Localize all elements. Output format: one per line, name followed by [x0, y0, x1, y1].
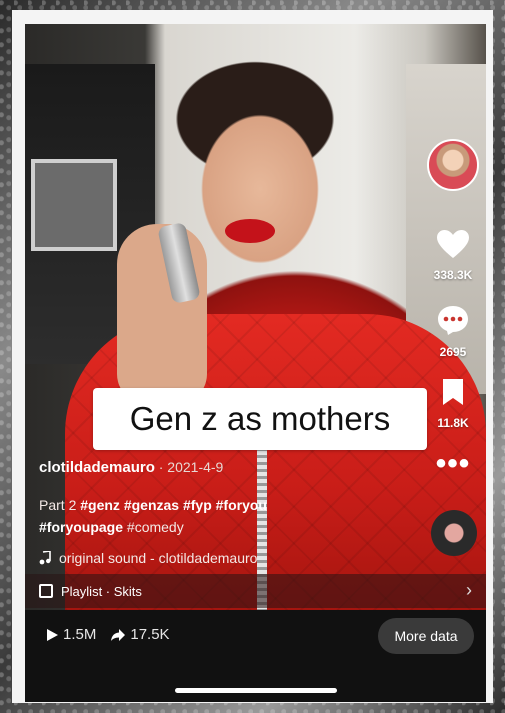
comment-count: 2695: [439, 345, 467, 359]
more-options-button[interactable]: •••: [423, 447, 483, 480]
bottom-stats-bar: 1.5M 17.5K More data: [25, 610, 486, 702]
chevron-right-icon: ›: [466, 580, 472, 600]
description-prefix: Part 2: [39, 497, 81, 513]
like-count: 338.3K: [433, 268, 473, 282]
more-data-button[interactable]: More data: [378, 618, 474, 654]
comment-icon: [438, 306, 468, 335]
save-count: 11.8K: [437, 416, 469, 430]
save-button[interactable]: 11.8K: [423, 377, 483, 430]
more-icon: •••: [435, 447, 471, 480]
video-metadata: clotildademauro · 2021-4-9 Part 2 #genz …: [39, 459, 409, 566]
sound-name: original sound - clotildademauro: [59, 550, 258, 566]
playlist-label: Playlist · Skits: [61, 583, 142, 599]
post-date: · 2021-4-9: [154, 459, 224, 475]
music-note-icon: [39, 551, 51, 565]
hashtags-line-2[interactable]: #foryoupage: [39, 519, 123, 535]
hashtags-line-1[interactable]: #genz #genzas #fyp #foryou: [80, 497, 267, 513]
comment-button[interactable]: 2695: [423, 304, 483, 359]
play-icon: [47, 628, 58, 641]
sound-row[interactable]: original sound - clotildademauro: [39, 550, 409, 566]
sound-disc[interactable]: [431, 510, 477, 556]
hashtag-plain[interactable]: #comedy: [123, 519, 184, 535]
tiktok-video-screen: Gen z as mothers 338.3K 2695 11.8K ••• c…: [25, 24, 486, 702]
home-indicator: [175, 688, 337, 693]
playlist-icon: [39, 584, 53, 598]
stats-row: 1.5M 17.5K: [45, 626, 170, 643]
author-line: clotildademauro · 2021-4-9: [39, 459, 409, 476]
play-count-stat: 1.5M: [45, 626, 96, 643]
share-count: 17.5K: [130, 626, 170, 643]
play-count: 1.5M: [63, 626, 97, 643]
like-button[interactable]: 338.3K: [423, 229, 483, 282]
lips: [225, 219, 275, 243]
share-icon: [111, 628, 126, 641]
video-caption-overlay: Gen z as mothers: [93, 388, 427, 450]
heart-icon: [437, 230, 469, 258]
background-picture: [31, 159, 117, 251]
share-count-stat: 17.5K: [110, 626, 170, 643]
bookmark-icon: [443, 379, 463, 405]
video-description: Part 2 #genz #genzas #fyp #foryou #foryo…: [39, 494, 409, 538]
author-name[interactable]: clotildademauro: [39, 459, 155, 476]
playlist-bar[interactable]: Playlist · Skits ›: [25, 574, 486, 608]
creator-avatar[interactable]: [427, 139, 479, 191]
